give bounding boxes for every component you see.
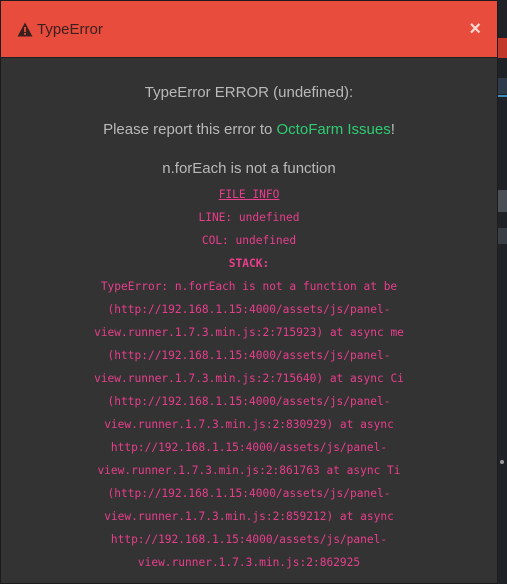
page-backdrop	[498, 0, 507, 584]
stack-label: STACK:	[228, 257, 270, 270]
report-suffix: !	[390, 121, 395, 138]
col-info: COL: undefined	[201, 234, 297, 247]
error-modal: TypeError × TypeError ERROR (undefined):…	[0, 0, 498, 584]
modal-title-text: TypeError	[37, 20, 103, 38]
close-icon[interactable]: ×	[469, 19, 481, 39]
report-prefix: Please report this error to	[103, 121, 277, 138]
octofarm-issues-link[interactable]: OctoFarm Issues	[277, 121, 391, 138]
backdrop-panel-2	[498, 228, 507, 244]
modal-title: TypeError	[17, 21, 469, 38]
report-line: Please report this error to OctoFarm Iss…	[1, 121, 497, 138]
stack-trace: TypeError: n.forEach is not a function a…	[94, 280, 404, 569]
modal-header: TypeError ×	[1, 1, 497, 58]
backdrop-tab	[498, 78, 507, 94]
error-message: n.forEach is not a function	[162, 160, 336, 177]
backdrop-dot	[500, 460, 504, 464]
line-info: LINE: undefined	[198, 211, 300, 224]
warning-triangle-icon	[17, 22, 33, 37]
error-heading: TypeError ERROR (undefined):	[144, 84, 354, 101]
file-info-label: FILE INFO	[218, 188, 280, 201]
backdrop-panel	[498, 190, 507, 212]
modal-body: TypeError ERROR (undefined): Please repo…	[1, 58, 497, 574]
backdrop-red-element	[498, 38, 507, 58]
backdrop-tab-underline	[498, 95, 507, 97]
